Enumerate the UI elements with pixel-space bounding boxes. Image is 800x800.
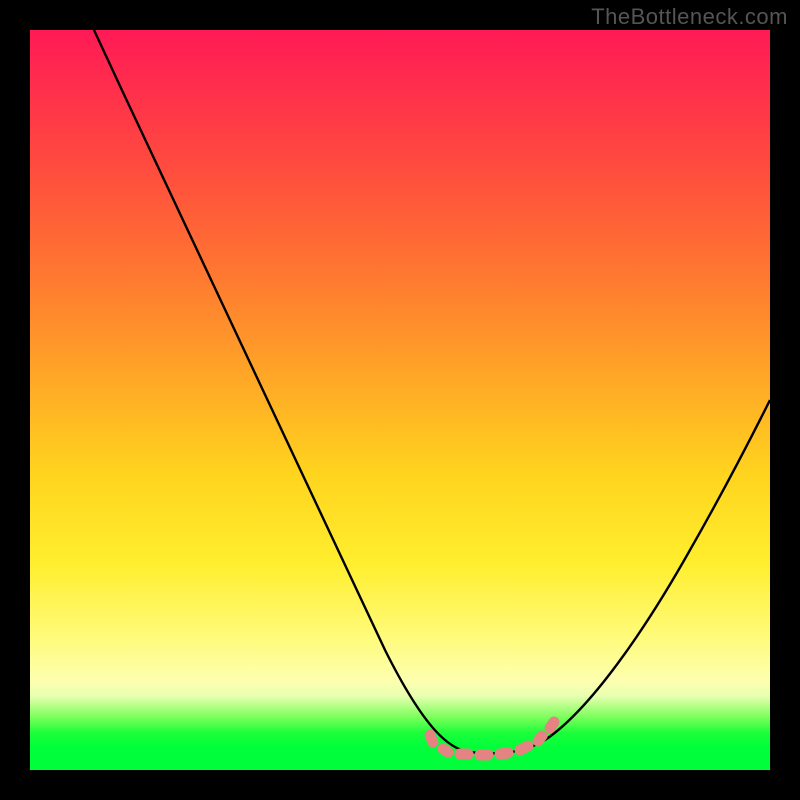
optimal-marker-group — [430, 722, 554, 755]
chart-frame: TheBottleneck.com — [0, 0, 800, 800]
optimal-dash — [520, 746, 528, 750]
curve-layer — [30, 30, 770, 770]
watermark-text: TheBottleneck.com — [591, 4, 788, 30]
optimal-dash — [443, 749, 448, 752]
optimal-dash — [538, 736, 542, 741]
optimal-dash — [430, 735, 433, 742]
optimal-dash — [550, 722, 554, 728]
optimal-dash — [500, 753, 508, 754]
bottleneck-curve — [94, 30, 770, 754]
